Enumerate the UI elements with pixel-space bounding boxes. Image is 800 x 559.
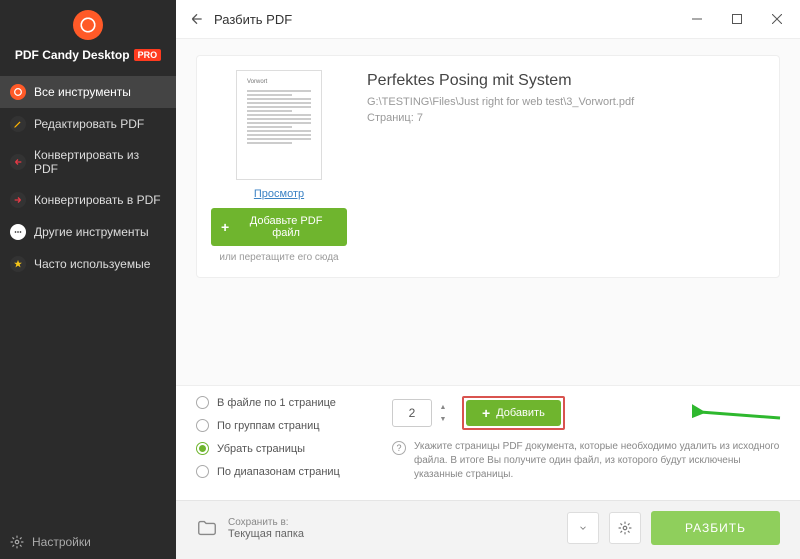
bottom-panel: В файле по 1 странице По группам страниц…	[176, 385, 800, 559]
pro-badge: PRO	[134, 49, 162, 61]
sidebar-item-label: Все инструменты	[34, 85, 131, 99]
radio-ranges[interactable]: По диапазонам страниц	[196, 465, 372, 478]
chevron-down-icon	[578, 523, 588, 533]
settings-label: Настройки	[32, 535, 91, 549]
sidebar-item-other-tools[interactable]: Другие инструменты	[0, 216, 176, 248]
candy-icon	[10, 84, 26, 100]
sidebar: PDF Candy Desktop PRO Все инструменты Ре…	[0, 0, 176, 559]
settings-link[interactable]: Настройки	[0, 525, 176, 559]
brand-logo-icon	[73, 10, 103, 40]
minimize-icon	[692, 14, 702, 24]
radio-label: По диапазонам страниц	[217, 466, 340, 478]
sidebar-item-convert-from[interactable]: Конвертировать из PDF	[0, 140, 176, 184]
page-number-input[interactable]	[392, 399, 432, 427]
pencil-icon	[10, 116, 26, 132]
arrow-left-icon	[10, 154, 26, 170]
gear-icon	[10, 535, 24, 549]
radio-icon	[196, 396, 209, 409]
annotation-arrow-icon	[692, 404, 782, 424]
sidebar-item-frequent[interactable]: Часто используемые	[0, 248, 176, 280]
titlebar: Разбить PDF	[176, 0, 800, 39]
plus-icon: +	[221, 220, 229, 234]
radio-groups[interactable]: По группам страниц	[196, 419, 372, 432]
add-button-highlight: + Добавить	[462, 396, 565, 430]
radio-icon	[196, 442, 209, 455]
file-path: G:\TESTING\Files\Just right for web test…	[367, 96, 765, 108]
add-pdf-label: Добавьте PDF файл	[235, 215, 337, 239]
sidebar-item-label: Редактировать PDF	[34, 117, 144, 131]
arrow-back-icon	[189, 11, 205, 27]
settings-button[interactable]	[609, 512, 641, 544]
spin-down[interactable]: ▼	[436, 413, 450, 425]
split-button[interactable]: РАЗБИТЬ	[651, 511, 780, 545]
main-panel: Разбить PDF Vorwort Просмотр +	[176, 0, 800, 559]
maximize-button[interactable]	[722, 7, 752, 31]
radio-icon	[196, 465, 209, 478]
split-mode-radios: В файле по 1 странице По группам страниц…	[196, 396, 372, 482]
sidebar-item-label: Конвертировать из PDF	[34, 148, 166, 176]
radio-remove-pages[interactable]: Убрать страницы	[196, 442, 372, 455]
add-pdf-button[interactable]: + Добавьте PDF файл	[211, 208, 347, 246]
action-bar: Сохранить в: Текущая папка РАЗБИТЬ	[176, 500, 800, 559]
dots-icon	[10, 224, 26, 240]
page-title: Разбить PDF	[214, 12, 292, 27]
arrow-right-icon	[10, 192, 26, 208]
sidebar-item-all-tools[interactable]: Все инструменты	[0, 76, 176, 108]
brand-name: PDF Candy Desktop	[15, 48, 130, 62]
sidebar-item-label: Другие инструменты	[34, 225, 149, 239]
spin-up[interactable]: ▲	[436, 401, 450, 413]
sidebar-item-convert-to[interactable]: Конвертировать в PDF	[0, 184, 176, 216]
file-title: Perfektes Posing mit System	[367, 72, 765, 90]
save-to-path: Текущая папка	[228, 528, 557, 540]
radio-one-page[interactable]: В файле по 1 странице	[196, 396, 372, 409]
drag-hint: или перетащите его сюда	[219, 252, 338, 263]
file-card: Vorwort Просмотр + Добавьте PDF файл или…	[196, 55, 780, 278]
preview-link[interactable]: Просмотр	[254, 188, 304, 200]
radio-label: В файле по 1 странице	[217, 397, 336, 409]
sidebar-item-label: Конвертировать в PDF	[34, 193, 161, 207]
sidebar-item-edit-pdf[interactable]: Редактировать PDF	[0, 108, 176, 140]
star-icon	[10, 256, 26, 272]
save-path-dropdown[interactable]	[567, 512, 599, 544]
back-button[interactable]	[184, 6, 210, 32]
plus-icon: +	[482, 406, 490, 420]
sidebar-item-label: Часто используемые	[34, 257, 150, 271]
save-to-label: Сохранить в:	[228, 517, 557, 528]
close-icon	[772, 14, 782, 24]
add-label: Добавить	[496, 407, 545, 419]
sidebar-nav: Все инструменты Редактировать PDF Конвер…	[0, 76, 176, 280]
add-button[interactable]: + Добавить	[466, 400, 561, 426]
close-button[interactable]	[762, 7, 792, 31]
gear-icon	[618, 521, 632, 535]
hint-text: Укажите страницы PDF документа, которые …	[414, 440, 780, 482]
radio-label: По группам страниц	[217, 420, 320, 432]
folder-icon	[196, 517, 218, 539]
minimize-button[interactable]	[682, 7, 712, 31]
file-pages: Страниц: 7	[367, 112, 765, 124]
radio-label: Убрать страницы	[217, 443, 305, 455]
radio-icon	[196, 419, 209, 432]
pdf-thumbnail[interactable]: Vorwort	[236, 70, 322, 180]
maximize-icon	[732, 14, 742, 24]
brand-block: PDF Candy Desktop PRO	[0, 0, 176, 76]
help-icon: ?	[392, 441, 406, 455]
thumb-title: Vorwort	[247, 79, 311, 85]
